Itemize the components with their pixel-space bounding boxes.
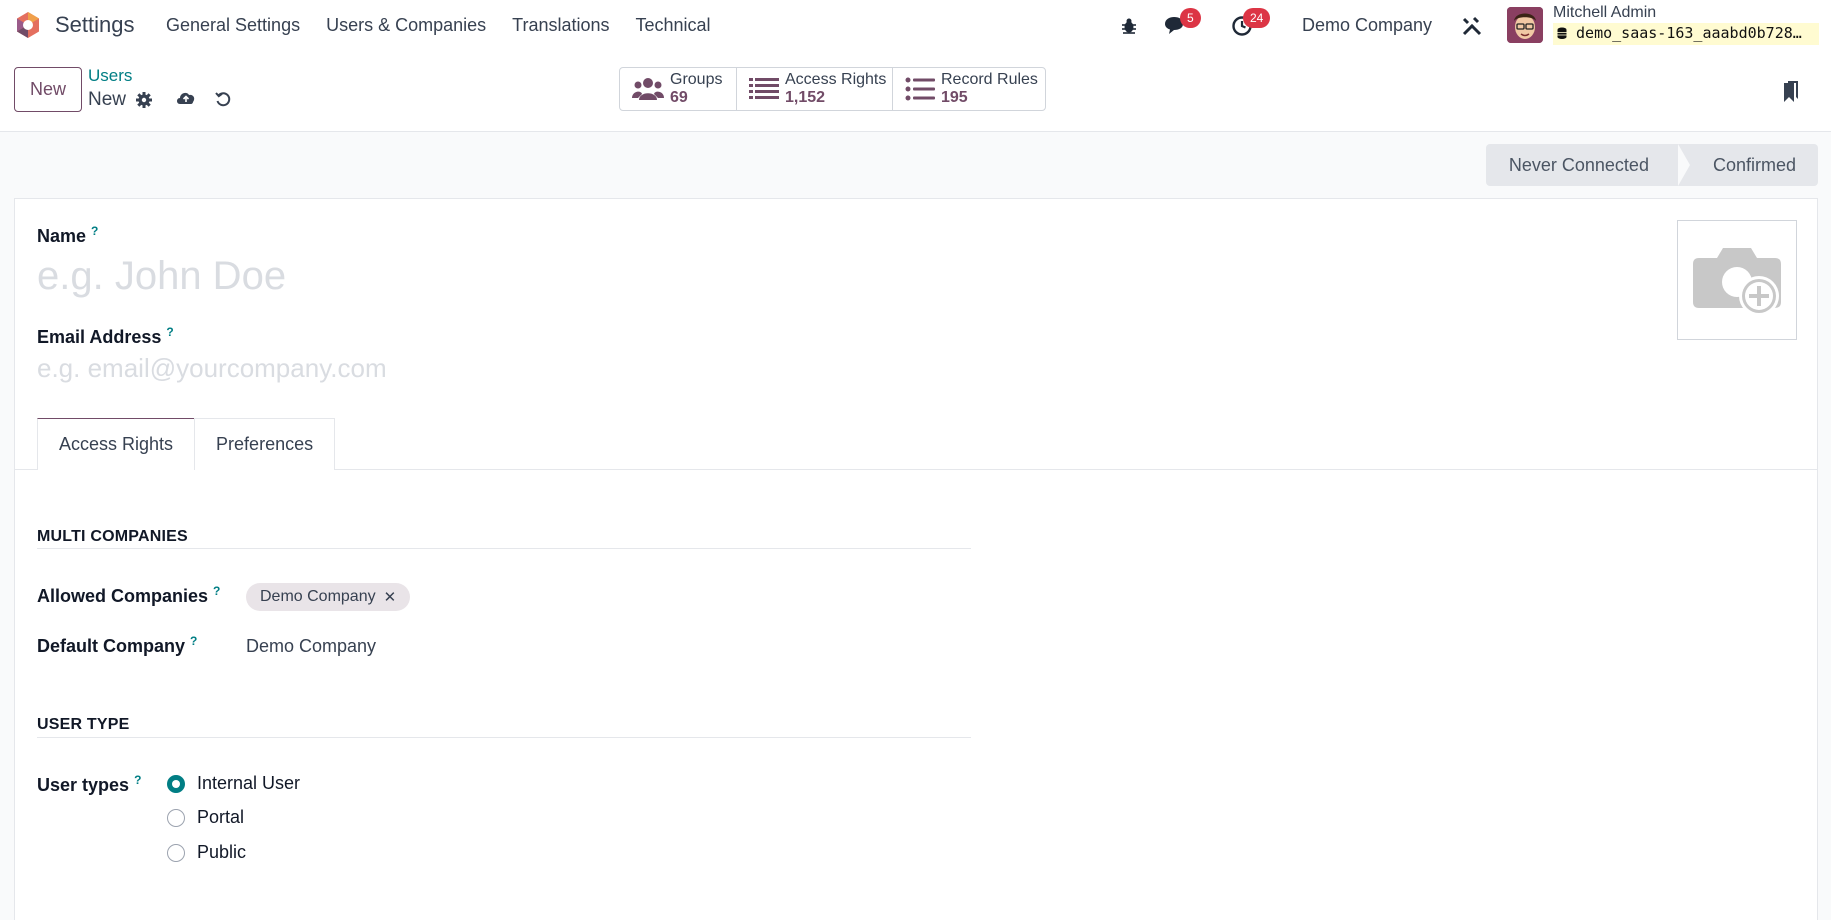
- help-tooltip-icon[interactable]: ?: [213, 584, 220, 598]
- camera-add-icon: [1693, 248, 1781, 316]
- main-menu: General Settings Users & Companies Trans…: [166, 15, 711, 36]
- debug-bug-icon[interactable]: [1117, 14, 1141, 38]
- menu-general-settings[interactable]: General Settings: [166, 15, 300, 36]
- section-divider: [37, 548, 971, 549]
- new-button[interactable]: New: [14, 67, 82, 112]
- radio-internal-user[interactable]: Internal User: [167, 773, 300, 794]
- name-input[interactable]: [37, 252, 1637, 300]
- remove-tag-icon[interactable]: ✕: [384, 588, 397, 606]
- stage-never-connected[interactable]: Never Connected: [1485, 144, 1679, 186]
- radio-button[interactable]: [167, 774, 185, 793]
- smart-button-label: Groups: [670, 71, 723, 88]
- smart-button-access-rights[interactable]: Access Rights 1,152: [737, 68, 893, 110]
- section-user-type: USER TYPE: [37, 716, 130, 733]
- status-bar: Never Connected Confirmed: [1485, 144, 1818, 186]
- messages-count-badge: 5: [1180, 8, 1201, 28]
- email-input[interactable]: [37, 352, 1637, 384]
- activities-count-badge: 24: [1243, 8, 1271, 28]
- radio-label: Internal User: [197, 773, 301, 793]
- section-multi-companies: MULTI COMPANIES: [37, 528, 188, 545]
- radio-button[interactable]: [167, 808, 185, 827]
- radio-label: Portal: [197, 807, 245, 827]
- default-company-label-text: Default Company: [37, 636, 186, 656]
- breadcrumb-current: New: [88, 89, 127, 110]
- smart-button-value: 69: [670, 89, 688, 106]
- form-tabs: Access Rights Preferences: [37, 418, 336, 470]
- tools-icon[interactable]: [1460, 14, 1484, 38]
- control-panel: New Users New Groups 69 Access Rights 1,…: [0, 52, 1831, 132]
- app-name[interactable]: Settings: [55, 12, 135, 38]
- tab-access-rights[interactable]: Access Rights: [37, 418, 196, 470]
- menu-users-companies[interactable]: Users & Companies: [326, 15, 486, 36]
- help-tooltip-icon[interactable]: ?: [166, 325, 173, 339]
- database-name-text: demo_saas-163_aaabd0b728…: [1576, 24, 1802, 42]
- tab-preferences[interactable]: Preferences: [194, 418, 336, 470]
- gear-icon[interactable]: [133, 89, 155, 111]
- user-types-label: User types?: [37, 773, 141, 796]
- smart-button-label: Record Rules: [941, 71, 1038, 88]
- company-tag: Demo Company ✕: [246, 583, 411, 611]
- smart-button-value: 1,152: [785, 89, 826, 106]
- smart-buttons: Groups 69 Access Rights 1,152 Record Rul…: [619, 67, 1046, 111]
- stage-confirmed[interactable]: Confirmed: [1678, 144, 1818, 186]
- breadcrumb-users[interactable]: Users: [88, 66, 132, 86]
- stage-separator: [1678, 144, 1690, 186]
- email-label: Email Address?: [37, 325, 174, 348]
- company-switcher[interactable]: Demo Company: [1302, 15, 1432, 36]
- discard-undo-icon[interactable]: [212, 88, 234, 110]
- section-divider: [37, 737, 971, 738]
- company-tag-label: Demo Company: [260, 588, 376, 605]
- allowed-companies-label-text: Allowed Companies: [37, 586, 209, 606]
- radio-portal[interactable]: Portal: [167, 807, 244, 828]
- top-navbar: Settings General Settings Users & Compan…: [0, 0, 1831, 52]
- users-icon: [632, 75, 664, 103]
- radio-button[interactable]: [167, 843, 185, 862]
- help-tooltip-icon[interactable]: ?: [91, 224, 98, 238]
- app-logo-icon[interactable]: [14, 11, 42, 39]
- bookmark-icon[interactable]: [1783, 80, 1799, 104]
- form-sheet: [14, 198, 1818, 920]
- email-label-text: Email Address: [37, 327, 162, 347]
- default-company-label: Default Company?: [37, 634, 197, 657]
- user-types-label-text: User types: [37, 775, 130, 795]
- name-label-text: Name: [37, 226, 87, 246]
- list-icon: [749, 75, 779, 103]
- user-name[interactable]: Mitchell Admin: [1553, 4, 1656, 22]
- smart-button-value: 195: [941, 89, 968, 106]
- radio-public[interactable]: Public: [167, 842, 246, 863]
- menu-translations[interactable]: Translations: [512, 15, 609, 36]
- user-avatar[interactable]: [1507, 7, 1543, 43]
- smart-button-label: Access Rights: [785, 71, 887, 88]
- user-photo-upload[interactable]: [1677, 220, 1797, 340]
- cloud-upload-icon[interactable]: [175, 87, 197, 109]
- allowed-companies-label: Allowed Companies?: [37, 584, 220, 607]
- help-tooltip-icon[interactable]: ?: [190, 634, 197, 648]
- database-icon: [1557, 27, 1567, 39]
- smart-button-record-rules[interactable]: Record Rules 195: [893, 68, 1045, 110]
- database-name: demo_saas-163_aaabd0b728…: [1553, 23, 1819, 45]
- default-company-field[interactable]: Demo Company: [246, 636, 376, 657]
- radio-label: Public: [197, 842, 247, 862]
- list-icon: [905, 75, 935, 103]
- name-label: Name?: [37, 224, 98, 247]
- smart-button-groups[interactable]: Groups 69: [620, 68, 737, 110]
- help-tooltip-icon[interactable]: ?: [134, 773, 141, 787]
- menu-technical[interactable]: Technical: [636, 15, 711, 36]
